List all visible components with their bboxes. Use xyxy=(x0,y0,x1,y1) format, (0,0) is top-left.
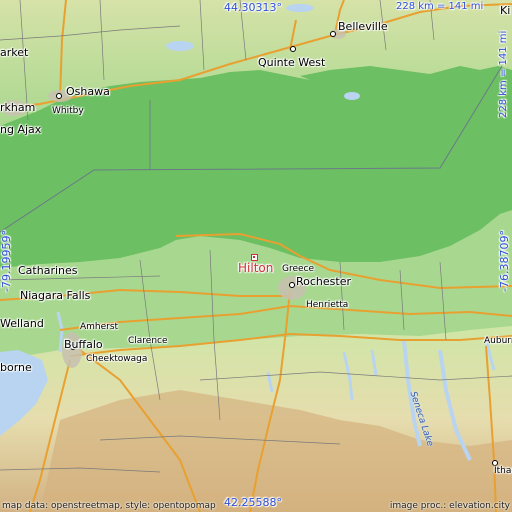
place-label-greece: Greece xyxy=(282,264,315,274)
city-icon xyxy=(56,93,62,99)
coord-left: -79.19959° xyxy=(0,230,13,292)
place-label-market: arket xyxy=(0,46,29,59)
place-label-ki: Ki xyxy=(500,4,511,17)
credit-image-proc: image proc.: elevation.city xyxy=(389,501,510,511)
place-label-belleville: Belleville xyxy=(338,20,388,33)
place-label-oshawa: Oshawa xyxy=(66,85,110,98)
place-label-catharines: Catharines xyxy=(18,264,78,277)
place-label-buffalo: Buffalo xyxy=(64,338,103,351)
city-icon xyxy=(290,46,296,52)
scale-horizontal: 228 km = 141 mi xyxy=(396,1,484,12)
place-label-cheektowaga: Cheektowaga xyxy=(86,354,148,364)
city-icon xyxy=(289,282,295,288)
place-label-ithaca: Ithac xyxy=(494,466,512,476)
highlight-label: Hilton xyxy=(238,261,274,275)
coord-top: 44.30313° xyxy=(224,1,282,14)
place-label-welland: Welland xyxy=(0,317,44,330)
place-label-markham: rkham xyxy=(0,101,36,114)
coord-bottom: 42.25588° xyxy=(224,496,282,509)
place-label-ajax: ng Ajax xyxy=(0,123,42,136)
coord-right: -76.38709° xyxy=(498,230,511,292)
small-lake xyxy=(166,41,194,51)
place-label-clarence: Clarence xyxy=(128,336,168,346)
city-icon xyxy=(330,31,336,37)
place-label-borne: borne xyxy=(0,361,32,374)
location-marker-icon[interactable] xyxy=(251,254,258,261)
place-label-amherst: Amherst xyxy=(80,322,119,332)
place-label-quinte-west: Quinte West xyxy=(258,56,326,69)
place-label-rochester: Rochester xyxy=(296,275,351,288)
scale-vertical: 228 km = 141 mi xyxy=(498,30,509,118)
place-label-whitby: Whitby xyxy=(52,106,84,116)
place-label-henrietta: Henrietta xyxy=(306,300,349,310)
place-label-niagara-falls: Niagara Falls xyxy=(20,289,91,302)
credit-map-data: map data: openstreetmap, style: opentopo… xyxy=(2,501,216,511)
small-lake xyxy=(344,92,360,100)
place-label-auburn: Auburn xyxy=(484,336,512,346)
small-lake xyxy=(286,4,314,12)
map-view[interactable]: arket Oshawa Whitby rkham ng Ajax Bellev… xyxy=(0,0,512,512)
